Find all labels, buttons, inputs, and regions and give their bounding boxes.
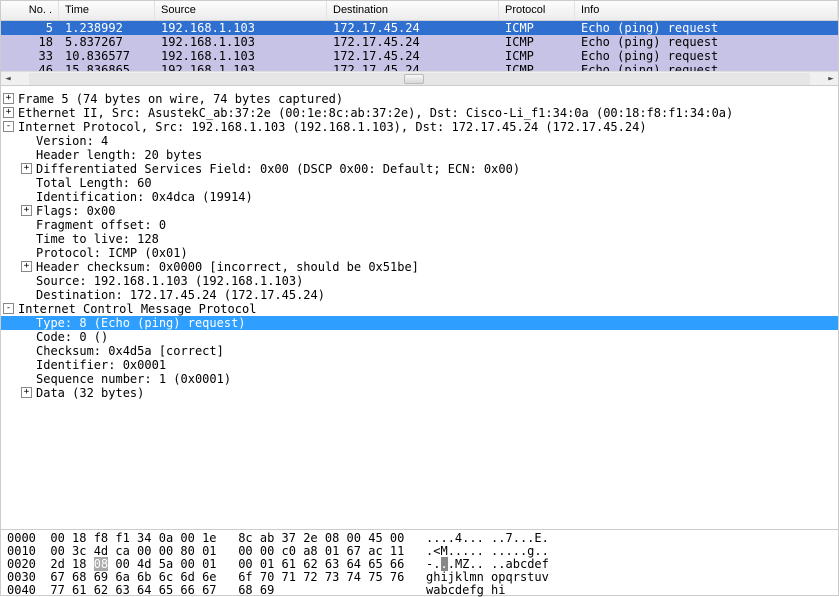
tree-row[interactable]: Sequence number: 1 (0x0001): [1, 372, 838, 386]
scroll-thumb[interactable]: [404, 74, 424, 84]
horizontal-scrollbar[interactable]: ◄ ►: [1, 71, 838, 85]
cell-no: 33: [1, 49, 59, 63]
tree-row[interactable]: Destination: 172.17.45.24 (172.17.45.24): [1, 288, 838, 302]
tree-label: Sequence number: 1 (0x0001): [36, 372, 231, 386]
cell-src: 192.168.1.103: [155, 35, 327, 49]
col-header-dst[interactable]: Destination: [327, 1, 499, 20]
tree-row[interactable]: Source: 192.168.1.103 (192.168.1.103): [1, 274, 838, 288]
packet-list-header: No. . Time Source Destination Protocol I…: [1, 1, 838, 21]
scroll-right-icon[interactable]: ►: [824, 72, 838, 86]
tree-label: Checksum: 0x4d5a [correct]: [36, 344, 224, 358]
tree-label: Source: 192.168.1.103 (192.168.1.103): [36, 274, 303, 288]
tree-row[interactable]: + Header checksum: 0x0000 [incorrect, sho…: [1, 260, 838, 274]
tree-label: Protocol: ICMP (0x01): [36, 246, 188, 260]
packet-list-body: 51.238992192.168.1.103172.17.45.24ICMPEc…: [1, 21, 838, 73]
col-header-no[interactable]: No. .: [1, 1, 59, 20]
scroll-track[interactable]: [29, 73, 810, 85]
packet-row[interactable]: 51.238992192.168.1.103172.17.45.24ICMPEc…: [1, 21, 838, 35]
tree-label: Internet Protocol, Src: 192.168.1.103 (1…: [18, 120, 647, 134]
expand-icon[interactable]: +: [21, 163, 32, 174]
cell-time: 5.837267: [59, 35, 155, 49]
tree-label: Ethernet II, Src: AsustekC_ab:37:2e (00:…: [18, 106, 733, 120]
tree-row[interactable]: + Data (32 bytes): [1, 386, 838, 400]
cell-src: 192.168.1.103: [155, 49, 327, 63]
packet-row[interactable]: 3310.836577192.168.1.103172.17.45.24ICMP…: [1, 49, 838, 63]
tree-label: Data (32 bytes): [36, 386, 144, 400]
tree-row[interactable]: Time to live: 128: [1, 232, 838, 246]
tree-row[interactable]: Version: 4: [1, 134, 838, 148]
cell-time: 1.238992: [59, 21, 155, 35]
tree-label: Time to live: 128: [36, 232, 159, 246]
tree-label: Type: 8 (Echo (ping) request): [36, 316, 246, 330]
cell-dst: 172.17.45.24: [327, 49, 499, 63]
cell-no: 5: [1, 21, 59, 35]
cell-info: Echo (ping) request: [575, 21, 838, 35]
expand-icon[interactable]: +: [3, 93, 14, 104]
tree-label: Flags: 0x00: [36, 204, 115, 218]
cell-dst: 172.17.45.24: [327, 35, 499, 49]
col-header-src[interactable]: Source: [155, 1, 327, 20]
tree-row[interactable]: Total Length: 60: [1, 176, 838, 190]
cell-dst: 172.17.45.24: [327, 21, 499, 35]
tree-label: Header checksum: 0x0000 [incorrect, shou…: [36, 260, 419, 274]
tree-row[interactable]: Code: 0 (): [1, 330, 838, 344]
cell-src: 192.168.1.103: [155, 21, 327, 35]
cell-info: Echo (ping) request: [575, 35, 838, 49]
tree-row[interactable]: -Internet Protocol, Src: 192.168.1.103 (…: [1, 120, 838, 134]
col-header-time[interactable]: Time: [59, 1, 155, 20]
cell-info: Echo (ping) request: [575, 49, 838, 63]
tree-label: Total Length: 60: [36, 176, 152, 190]
tree-row[interactable]: Identifier: 0x0001: [1, 358, 838, 372]
cell-proto: ICMP: [499, 21, 575, 35]
tree-label: Identification: 0x4dca (19914): [36, 190, 253, 204]
cell-time: 10.836577: [59, 49, 155, 63]
hex-row[interactable]: 0040 77 61 62 63 64 65 66 67 68 69 wabcd…: [7, 584, 832, 597]
tree-row[interactable]: + Flags: 0x00: [1, 204, 838, 218]
cell-proto: ICMP: [499, 35, 575, 49]
collapse-icon[interactable]: -: [3, 121, 14, 132]
tree-label: Code: 0 (): [36, 330, 108, 344]
tree-label: Version: 4: [36, 134, 108, 148]
tree-label: Fragment offset: 0: [36, 218, 166, 232]
tree-label: Differentiated Services Field: 0x00 (DSC…: [36, 162, 520, 176]
tree-row[interactable]: Identification: 0x4dca (19914): [1, 190, 838, 204]
packet-row[interactable]: 185.837267192.168.1.103172.17.45.24ICMPE…: [1, 35, 838, 49]
hex-dump-pane: 0000 00 18 f8 f1 34 0a 00 1e 8c ab 37 2e…: [0, 530, 839, 596]
tree-label: Internet Control Message Protocol: [18, 302, 256, 316]
col-header-info[interactable]: Info: [575, 1, 838, 20]
expand-icon[interactable]: +: [21, 387, 32, 398]
packet-details-pane: + Frame 5 (74 bytes on wire, 74 bytes cap…: [0, 86, 839, 530]
tree-label: Identifier: 0x0001: [36, 358, 166, 372]
tree-row[interactable]: Fragment offset: 0: [1, 218, 838, 232]
tree-row[interactable]: Type: 8 (Echo (ping) request): [1, 316, 838, 330]
tree-row[interactable]: + Frame 5 (74 bytes on wire, 74 bytes cap…: [1, 92, 838, 106]
col-header-proto[interactable]: Protocol: [499, 1, 575, 20]
tree-label: Destination: 172.17.45.24 (172.17.45.24): [36, 288, 325, 302]
tree-row[interactable]: Protocol: ICMP (0x01): [1, 246, 838, 260]
packet-list-pane: No. . Time Source Destination Protocol I…: [0, 0, 839, 86]
tree-row[interactable]: Checksum: 0x4d5a [correct]: [1, 344, 838, 358]
expand-icon[interactable]: +: [21, 261, 32, 272]
tree-row[interactable]: + Differentiated Services Field: 0x00 (DS…: [1, 162, 838, 176]
cell-no: 18: [1, 35, 59, 49]
tree-row[interactable]: Header length: 20 bytes: [1, 148, 838, 162]
tree-row[interactable]: + Ethernet II, Src: AsustekC_ab:37:2e (00…: [1, 106, 838, 120]
tree-row[interactable]: -Internet Control Message Protocol: [1, 302, 838, 316]
tree-label: Header length: 20 bytes: [36, 148, 202, 162]
tree-label: Frame 5 (74 bytes on wire, 74 bytes capt…: [18, 92, 343, 106]
scroll-left-icon[interactable]: ◄: [1, 72, 15, 86]
expand-icon[interactable]: +: [3, 107, 14, 118]
collapse-icon[interactable]: -: [3, 303, 14, 314]
cell-proto: ICMP: [499, 49, 575, 63]
expand-icon[interactable]: +: [21, 205, 32, 216]
